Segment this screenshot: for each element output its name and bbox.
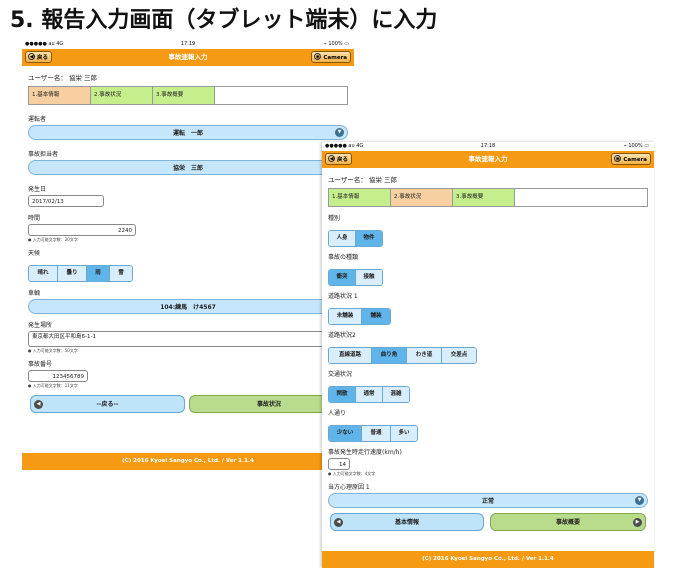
time-note: ● 入力可能文字数：20文字 bbox=[28, 237, 78, 242]
tab-basic-info[interactable]: 1.基本情報 bbox=[329, 189, 391, 206]
psych-select[interactable]: 正常 ▼ bbox=[328, 493, 648, 508]
weather-option-sunny[interactable]: 晴れ bbox=[29, 266, 58, 281]
road2-option-side-road[interactable]: わき道 bbox=[407, 348, 442, 363]
road2-selector: 直線道路 曲り角 わき道 交差点 bbox=[328, 347, 477, 364]
road2-option-intersection[interactable]: 交差点 bbox=[442, 348, 476, 363]
kind-selector: 人身 物件 bbox=[328, 230, 383, 247]
people-selector: 少ない 普通 多い bbox=[328, 425, 418, 442]
speed-note: ● 入力可能文字数：4文字 bbox=[328, 471, 376, 476]
date-input[interactable]: 2017/02/13 bbox=[28, 195, 104, 207]
traffic-selector: 閑散 通常 混雑 bbox=[328, 386, 410, 403]
handler-field[interactable]: 協栄 三郎 bbox=[28, 160, 348, 175]
tablet-screen-accident-status: ●●●●● au 4G 17:18 ⌁ 100% ▭ ◀ 戻る 事故速報入力 ◉ C… bbox=[322, 142, 654, 568]
kind-option-injury[interactable]: 人身 bbox=[329, 231, 356, 246]
type-option-contact[interactable]: 接触 bbox=[356, 270, 382, 285]
road1-option-paved[interactable]: 舗装 bbox=[362, 309, 390, 324]
place-input[interactable]: 東京都大田区平和島6-1-1 bbox=[28, 331, 346, 347]
arrow-left-icon: ◀ bbox=[34, 400, 43, 409]
people-option-many[interactable]: 多い bbox=[391, 426, 417, 441]
speed-label: 事故発生時走行速度(km/h) bbox=[328, 449, 402, 456]
tab-filler bbox=[515, 189, 647, 206]
vehicle-field[interactable]: 104:練馬 け4567 bbox=[28, 299, 348, 314]
road2-option-curve[interactable]: 曲り角 bbox=[372, 348, 407, 363]
weather-label: 天候 bbox=[28, 250, 41, 257]
clock: 17:19 bbox=[180, 41, 196, 47]
tab-basic-info[interactable]: 1.基本情報 bbox=[29, 87, 91, 104]
prev-button-basic-info[interactable]: ◀ 基本情報 bbox=[330, 513, 484, 531]
weather-option-rain[interactable]: 雨 bbox=[87, 266, 110, 281]
type-option-collision[interactable]: 衝突 bbox=[329, 270, 356, 285]
tablet-screen-basic-info: ●●●●● au 4G 17:19 ⌁ 100% ▭ ◀ 戻る 事故速報入力 ◉ C… bbox=[22, 40, 354, 470]
camera-icon: ◉ bbox=[314, 53, 322, 60]
nav-bar: ◀ 戻る 事故速報入力 ◉ Camera bbox=[322, 151, 654, 168]
page-title: 5. 報告入力画面（タブレット端末）に入力 bbox=[10, 8, 438, 33]
date-label: 発生日 bbox=[28, 186, 47, 193]
battery: ⌁ 100% ▭ bbox=[623, 143, 649, 149]
arrow-left-icon: ◀ bbox=[334, 518, 343, 527]
traffic-option-busy[interactable]: 混雑 bbox=[383, 387, 409, 402]
handler-label: 事故担当者 bbox=[28, 151, 59, 158]
kind-option-property[interactable]: 物件 bbox=[356, 231, 382, 246]
traffic-label: 交通状況 bbox=[328, 371, 353, 378]
weather-selector: 晴れ 曇り 雨 雪 bbox=[28, 265, 133, 282]
speed-input[interactable]: 14 bbox=[328, 458, 350, 470]
status-bar: ●●●●● au 4G 17:18 ⌁ 100% ▭ bbox=[322, 142, 654, 151]
road1-label: 道路状況 1 bbox=[328, 293, 358, 300]
clock: 17:18 bbox=[480, 143, 496, 149]
number-label: 事故番号 bbox=[28, 361, 53, 368]
driver-label: 運転者 bbox=[28, 116, 47, 123]
status-bar: ●●●●● au 4G 17:19 ⌁ 100% ▭ bbox=[22, 40, 354, 49]
step-tabs: 1.基本情報 2.事故状況 3.事故概要 bbox=[28, 86, 348, 105]
accident-number-input[interactable]: 123456789 bbox=[28, 370, 88, 382]
place-note: ● 入力可能文字数：50文字 bbox=[28, 348, 78, 353]
type-label: 事故の種類 bbox=[328, 254, 359, 261]
battery: ⌁ 100% ▭ bbox=[323, 41, 349, 47]
prev-button[interactable]: ◀ --戻る-- bbox=[30, 395, 185, 413]
traffic-option-quiet[interactable]: 閑散 bbox=[329, 387, 356, 402]
people-label: 人通り bbox=[328, 410, 347, 417]
camera-button[interactable]: ◉ Camera bbox=[611, 153, 651, 165]
vehicle-label: 車輌 bbox=[28, 290, 41, 297]
weather-option-cloudy[interactable]: 曇り bbox=[58, 266, 87, 281]
camera-button[interactable]: ◉ Camera bbox=[311, 51, 351, 63]
weather-option-snow[interactable]: 雪 bbox=[110, 266, 132, 281]
road2-option-straight[interactable]: 直線道路 bbox=[329, 348, 372, 363]
people-option-few[interactable]: 少ない bbox=[329, 426, 362, 441]
footer: (C) 2016 Kyoei Sangyo Co., Ltd. / Ver 1.… bbox=[22, 453, 354, 470]
kind-label: 種別 bbox=[328, 215, 341, 222]
place-label: 発生場所 bbox=[28, 322, 53, 329]
road2-label: 道路状況2 bbox=[328, 332, 356, 339]
chevron-down-icon: ▼ bbox=[335, 128, 344, 137]
user-name: ユーザー名： 協栄 三郎 bbox=[328, 176, 398, 184]
tab-accident-status[interactable]: 2.事故状況 bbox=[391, 189, 453, 206]
number-note: ● 入力可能文字数：11文字 bbox=[28, 383, 78, 388]
user-name: ユーザー名： 協栄 三郎 bbox=[28, 74, 98, 82]
nav-title: 事故速報入力 bbox=[168, 53, 208, 61]
tab-accident-summary[interactable]: 3.事故概要 bbox=[153, 87, 215, 104]
next-button-accident-summary[interactable]: 事故概要 ▶ bbox=[490, 513, 646, 531]
road1-selector: 未舗装 舗装 bbox=[328, 308, 391, 325]
arrow-right-icon: ▶ bbox=[633, 518, 642, 527]
nav-title: 事故速報入力 bbox=[468, 155, 508, 163]
tab-accident-status[interactable]: 2.事故状況 bbox=[91, 87, 153, 104]
psych-label: 当方心理原因 1 bbox=[328, 484, 370, 491]
type-selector: 衝突 接触 bbox=[328, 269, 383, 286]
chevron-down-icon: ▼ bbox=[635, 496, 644, 505]
road1-option-unpaved[interactable]: 未舗装 bbox=[329, 309, 362, 324]
camera-icon: ◉ bbox=[614, 155, 622, 162]
traffic-option-normal[interactable]: 通常 bbox=[356, 387, 383, 402]
time-input[interactable]: 2240 bbox=[28, 224, 136, 236]
step-tabs: 1.基本情報 2.事故状況 3.事故概要 bbox=[328, 188, 648, 207]
driver-select[interactable]: 運転 一郎 ▼ bbox=[28, 125, 348, 140]
footer: (C) 2016 Kyoei Sangyo Co., Ltd. / Ver 1.… bbox=[322, 551, 654, 568]
nav-bar: ◀ 戻る 事故速報入力 ◉ Camera bbox=[22, 49, 354, 66]
tab-accident-summary[interactable]: 3.事故概要 bbox=[453, 189, 515, 206]
tab-filler bbox=[215, 87, 347, 104]
people-option-normal[interactable]: 普通 bbox=[362, 426, 391, 441]
time-label: 時間 bbox=[28, 215, 41, 222]
